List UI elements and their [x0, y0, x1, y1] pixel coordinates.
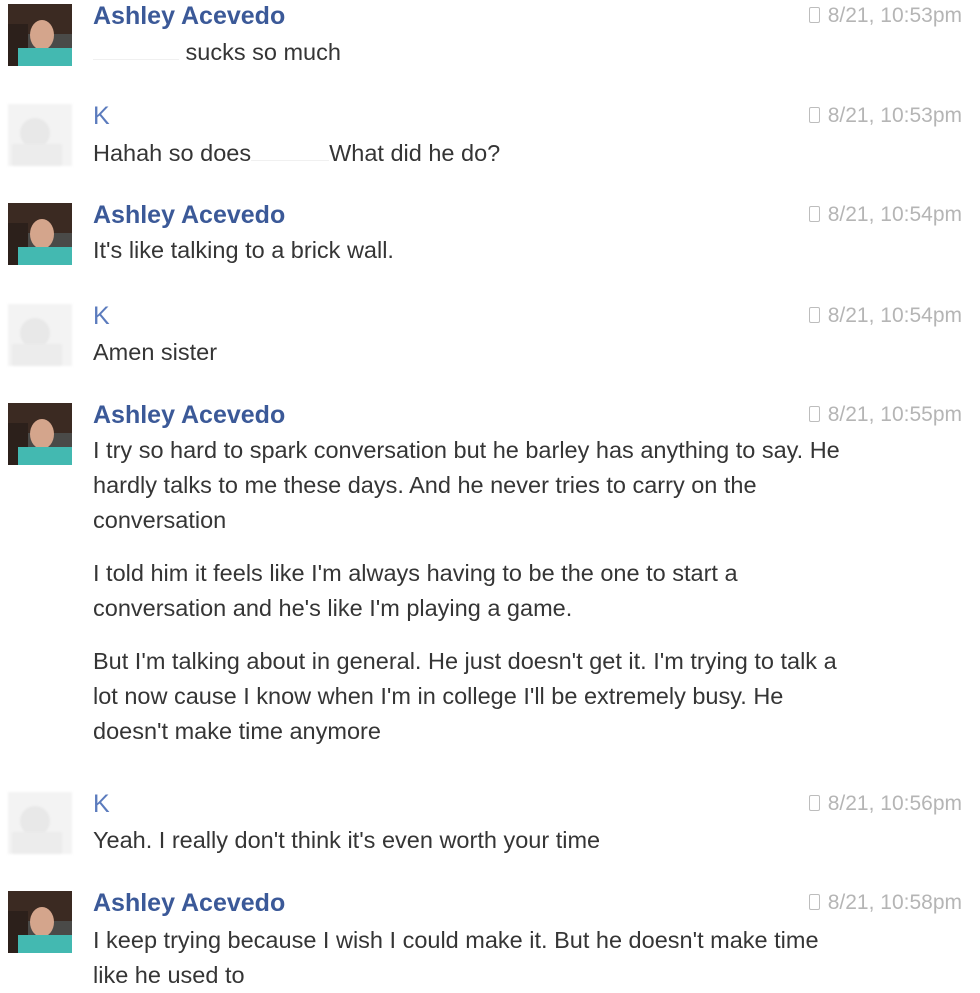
sender-name[interactable]: Ashley Acevedo [93, 201, 285, 230]
avatar[interactable] [8, 304, 72, 366]
sender-name[interactable]: Ashley Acevedo [93, 889, 285, 918]
message-item: Ashley Acevedo 8/21, 10:58pm I keep tryi… [0, 887, 980, 988]
timestamp: 8/21, 10:58pm [808, 891, 962, 915]
message-item: Ashley Acevedo 8/21, 10:55pm I try so ha… [0, 399, 980, 779]
avatar[interactable] [8, 203, 72, 265]
mobile-phone-icon [808, 795, 820, 811]
message-item: Ashley Acevedo 8/21, 10:54pm It's like t… [0, 199, 980, 289]
message-paragraph: I told him it feels like I'm always havi… [93, 560, 738, 621]
sender-name[interactable]: K [93, 302, 110, 331]
timestamp: 8/21, 10:56pm [808, 792, 962, 816]
message-text: Hahah so does What did he do? [93, 140, 501, 166]
message-text: It's like talking to a brick wall. [93, 237, 394, 263]
mobile-phone-icon [808, 406, 820, 422]
timestamp: 8/21, 10:53pm [808, 4, 962, 28]
sender-name[interactable]: Ashley Acevedo [93, 2, 285, 31]
avatar[interactable] [8, 104, 72, 166]
message-item: K 8/21, 10:54pm Amen sister [0, 300, 980, 390]
message-paragraph: I try so hard to spark conversation but … [93, 437, 840, 533]
message-text: I keep trying because I wish I could mak… [93, 927, 819, 988]
message-item: K 8/21, 10:53pm Hahah so does What did he… [0, 100, 980, 190]
redacted-text [251, 140, 330, 161]
avatar[interactable] [8, 4, 72, 66]
timestamp: 8/21, 10:54pm [808, 203, 962, 227]
timestamp: 8/21, 10:54pm [808, 304, 962, 328]
message-item: Ashley Acevedo 8/21, 10:53pm sucks so mu… [0, 0, 980, 90]
mobile-phone-icon [808, 7, 820, 23]
timestamp: 8/21, 10:53pm [808, 104, 962, 128]
message-item: K 8/21, 10:56pm Yeah. I really don't thi… [0, 788, 980, 878]
mobile-phone-icon [808, 107, 820, 123]
message-text: sucks so much [93, 35, 860, 70]
avatar[interactable] [8, 403, 72, 465]
mobile-phone-icon [808, 206, 820, 222]
sender-name[interactable]: Ashley Acevedo [93, 401, 285, 430]
message-text: Yeah. I really don't think it's even wor… [93, 827, 601, 853]
sender-name[interactable]: K [93, 102, 110, 131]
mobile-phone-icon [808, 894, 820, 910]
avatar[interactable] [8, 891, 72, 953]
sender-name[interactable]: K [93, 790, 110, 819]
message-paragraph: But I'm talking about in general. He jus… [93, 648, 837, 744]
redacted-text [93, 39, 179, 60]
message-text: I try so hard to spark conversation but … [93, 433, 860, 767]
mobile-phone-icon [808, 307, 820, 323]
message-text: Amen sister [93, 339, 218, 365]
avatar[interactable] [8, 792, 72, 854]
timestamp: 8/21, 10:55pm [808, 403, 962, 427]
